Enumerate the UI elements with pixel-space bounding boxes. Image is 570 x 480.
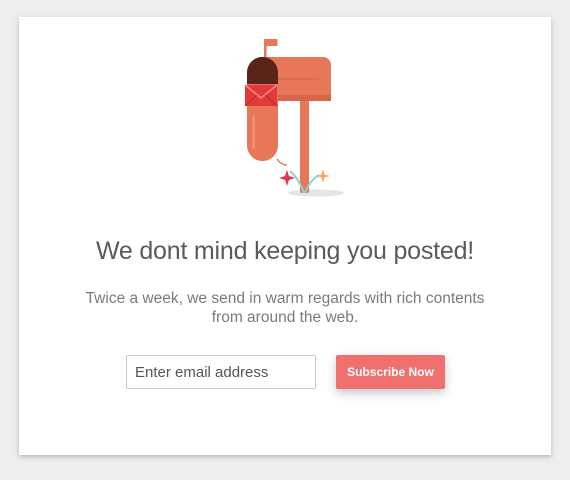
newsletter-card: We dont mind keeping you posted! Twice a… [19, 17, 551, 455]
subtitle: Twice a week, we send in warm regards wi… [85, 290, 485, 326]
subscribe-button[interactable]: Subscribe Now [336, 355, 445, 389]
envelope-icon [244, 84, 278, 107]
mailbox-illustration [244, 39, 344, 197]
email-field[interactable] [126, 355, 316, 389]
ground-shadow [288, 189, 344, 197]
sparkle-icon [316, 169, 330, 183]
mailbox-front [247, 57, 278, 161]
headline: We dont mind keeping you posted! [95, 237, 475, 265]
mailbox-post [300, 99, 309, 193]
